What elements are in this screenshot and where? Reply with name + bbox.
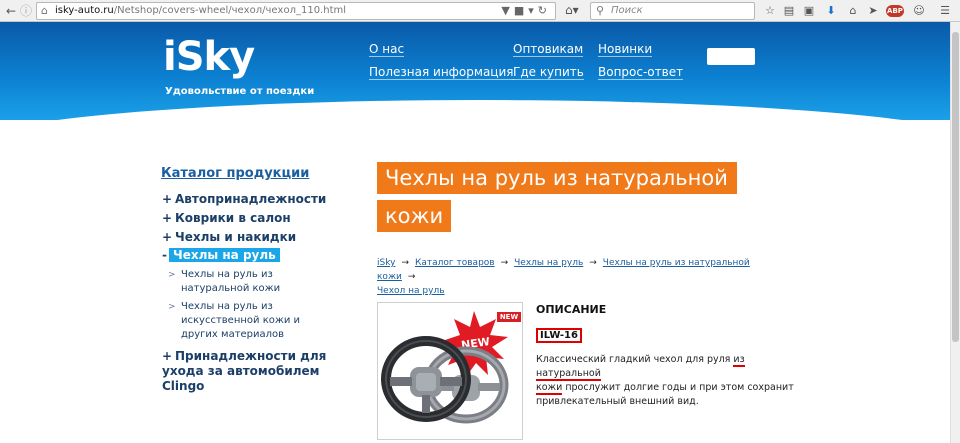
breadcrumb-home[interactable]: iSky [377, 258, 395, 268]
subitem-line: Чехлы на руль из [181, 301, 273, 312]
search-icon: ⚲ [596, 4, 605, 17]
home-toolbar-icon[interactable]: ⌂ [846, 3, 860, 19]
product-description: Классический гладкий чехол для руля из н… [536, 353, 796, 409]
nav-faq[interactable]: Вопрос-ответ [598, 65, 684, 80]
adblock-icon[interactable]: ABP [886, 5, 904, 17]
reader-icon[interactable]: ▤ [782, 3, 796, 19]
title-line: кожи [377, 200, 452, 232]
sidebar-item-mats[interactable]: + Коврики в салон [162, 211, 291, 225]
breadcrumb-current[interactable]: Чехол на руль [377, 286, 445, 296]
breadcrumb-catalog[interactable]: Каталог товаров [415, 258, 495, 268]
new-badge: NEW [497, 312, 521, 322]
sidebar-item-label: Автопринадлежности [175, 192, 327, 206]
scrollbar-thumb[interactable] [952, 32, 959, 342]
breadcrumb-wheel-covers[interactable]: Чехлы на руль [514, 258, 583, 268]
site-tagline: Удовольствие от поездки [165, 86, 315, 97]
expand-icon: + [162, 349, 173, 363]
description-highlight: кожи [536, 382, 563, 395]
breadcrumb-arrow-icon: → [401, 258, 409, 268]
subitem-line: искусственной кожи и [181, 315, 301, 326]
description-text: Классический гладкий чехол для руля [536, 354, 734, 365]
nav-news[interactable]: Новинки [598, 42, 653, 57]
product-sku: ILW-16 [536, 328, 582, 343]
breadcrumb-arrow-icon: → [500, 258, 509, 268]
sidebar-item-accessories[interactable]: + Автопринадлежности [162, 192, 326, 206]
sidebar-subitem-natural-leather[interactable]: > Чехлы на руль из натуральной кожи [168, 268, 318, 296]
sidebar-item-line: Принадлежности для [175, 349, 327, 363]
header-wave [0, 100, 950, 120]
steering-wheel-image: NEW [381, 311, 509, 424]
clipboard-icon[interactable]: ▣ [802, 3, 816, 19]
search-placeholder: Поиск [611, 5, 643, 16]
sidebar-item-label: Коврики в салон [175, 211, 291, 225]
page-scrollbar[interactable] [950, 22, 960, 443]
bookmark-star-icon[interactable]: ☆ [763, 3, 777, 19]
page-title: Чехлы на руль из натуральной кожи [377, 162, 737, 232]
subitem-line: Чехлы на руль из [181, 269, 273, 280]
sidebar-item-line: ухода за автомобилем [162, 364, 320, 378]
sidebar-subitem-artificial-leather[interactable]: > Чехлы на руль из искусственной кожи и … [168, 300, 318, 342]
search-bar[interactable]: ⚲ Поиск [590, 2, 755, 20]
site-logo[interactable]: iSky [163, 34, 255, 80]
nav-useful-info[interactable]: Полезная информация [369, 65, 514, 80]
url-text: isky-auto.ru/Netshop/covers-wheel/чехол/… [55, 5, 347, 16]
sidebar-item-wheel-covers[interactable]: - Чехлы на руль [162, 248, 280, 262]
smiley-icon[interactable]: ☺ [912, 3, 926, 19]
sidebar-item-clingo[interactable]: + Принадлежности для ухода за автомобиле… [162, 349, 342, 397]
expand-icon: + [162, 192, 173, 206]
catalog-title[interactable]: Каталог продукции [161, 166, 309, 181]
collapse-icon: - [162, 248, 167, 262]
page-info-icon[interactable]: ⓘ [18, 3, 34, 19]
download-icon[interactable]: ⬇ [824, 3, 838, 19]
lock-icon: ⌂ [41, 4, 48, 17]
url-bar[interactable]: ⌂ isky-auto.ru/Netshop/covers-wheel/чехо… [36, 2, 556, 20]
sidebar-item-covers[interactable]: + Чехлы и накидки [162, 230, 296, 244]
url-tools-icons[interactable]: ▼■▾↻ [501, 4, 551, 17]
header-search-box[interactable] [707, 48, 755, 65]
breadcrumb-arrow-icon: → [407, 272, 416, 282]
site-header: iSky Удовольствие от поездки О нас Полез… [0, 22, 950, 120]
nav-wholesale[interactable]: Оптовикам [513, 42, 584, 57]
sidebar-item-label-active: Чехлы на руль [169, 248, 280, 262]
breadcrumb: iSky → Каталог товаров → Чехлы на руль → Чехлы… [377, 256, 797, 298]
description-heading: ОПИСАНИЕ [536, 303, 607, 316]
sidebar-item-line: Clingo [162, 379, 205, 393]
expand-icon: + [162, 211, 173, 225]
chevron-right-icon: > [168, 270, 176, 280]
nav-where-to-buy[interactable]: Где купить [513, 65, 584, 80]
product-image[interactable]: NEW [377, 302, 523, 440]
sidebar-item-label: Чехлы и накидки [175, 230, 297, 244]
browser-toolbar: ← ⓘ ⌂ isky-auto.ru/Netshop/covers-wheel/… [0, 0, 960, 22]
subitem-line: других материалов [181, 329, 285, 340]
description-text: прослужит долгие годы и при этом сохрани… [536, 382, 794, 407]
title-line: Чехлы на руль из натуральной [377, 162, 737, 194]
subitem-line: натуральной кожи [181, 283, 281, 294]
chevron-right-icon: > [168, 302, 176, 312]
expand-icon: + [162, 230, 173, 244]
breadcrumb-arrow-icon: → [589, 258, 597, 268]
home-icon[interactable]: ⌂▾ [565, 3, 579, 17]
send-icon[interactable]: ➤ [866, 3, 880, 19]
back-arrow-icon[interactable]: ← [3, 3, 19, 19]
menu-icon[interactable]: ☰ [938, 3, 952, 19]
nav-about[interactable]: О нас [369, 42, 405, 57]
